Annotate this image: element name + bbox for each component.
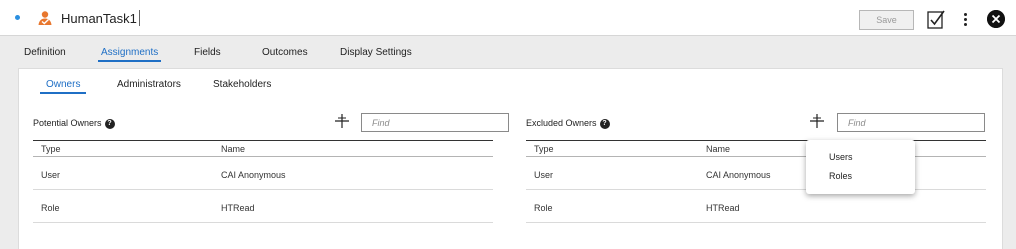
row-type: User — [41, 170, 61, 180]
tab-display-settings[interactable]: Display Settings — [340, 47, 412, 58]
save-button[interactable]: Save — [859, 10, 914, 30]
status-dot — [15, 15, 20, 20]
subtab-owners[interactable]: Owners — [39, 79, 87, 94]
main-tab-bar: Definition Assignments Fields Outcomes D… — [0, 37, 1016, 67]
add-icon[interactable] — [335, 114, 349, 128]
table-row[interactable]: Role HTRead — [33, 190, 493, 223]
human-task-icon — [38, 11, 52, 25]
add-icon[interactable] — [810, 114, 824, 128]
title-divider — [139, 10, 140, 26]
close-icon[interactable] — [987, 10, 1005, 28]
menu-item-users[interactable]: Users — [829, 152, 853, 162]
table-row[interactable]: User CAI Anonymous — [526, 157, 986, 190]
tab-fields[interactable]: Fields — [194, 47, 221, 58]
help-icon[interactable]: ? — [599, 118, 610, 129]
tab-definition[interactable]: Definition — [24, 47, 66, 58]
table-header: Type Name — [33, 140, 493, 157]
potential-owners-search-input[interactable] — [361, 113, 509, 132]
menu-item-roles[interactable]: Roles — [829, 171, 852, 181]
title-bar: HumanTask1 Save — [0, 0, 1016, 36]
add-menu-popup: Users Roles — [806, 140, 915, 194]
column-header-name: Name — [221, 144, 246, 154]
help-icon[interactable]: ? — [104, 118, 115, 129]
excluded-owners-search-input[interactable] — [837, 113, 985, 132]
validate-icon[interactable] — [927, 10, 945, 30]
more-icon[interactable] — [961, 12, 969, 28]
potential-owners-label: Potential Owners — [33, 118, 102, 128]
table-header: Type Name — [526, 140, 986, 157]
row-type: Role — [534, 203, 553, 213]
page-title: HumanTask1 — [61, 11, 137, 26]
row-type: User — [534, 170, 554, 180]
excluded-owners-title: Excluded Owners? — [526, 118, 610, 129]
subtab-stakeholders[interactable]: Stakeholders — [213, 79, 271, 90]
row-name: HTRead — [221, 203, 255, 213]
table-row[interactable]: Role HTRead — [526, 190, 986, 223]
column-header-name: Name — [706, 144, 731, 154]
subtab-administrators[interactable]: Administrators — [117, 79, 181, 90]
table-row[interactable]: User CAI Anonymous — [33, 157, 493, 190]
excluded-owners-label: Excluded Owners — [526, 118, 597, 128]
row-name: CAI Anonymous — [221, 170, 286, 180]
column-header-type: Type — [41, 144, 61, 154]
row-name: CAI Anonymous — [706, 170, 771, 180]
column-header-type: Type — [534, 144, 554, 154]
tab-assignments[interactable]: Assignments — [97, 47, 162, 62]
potential-owners-title: Potential Owners? — [33, 118, 115, 129]
tab-outcomes[interactable]: Outcomes — [262, 47, 308, 58]
row-type: Role — [41, 203, 60, 213]
row-name: HTRead — [706, 203, 740, 213]
